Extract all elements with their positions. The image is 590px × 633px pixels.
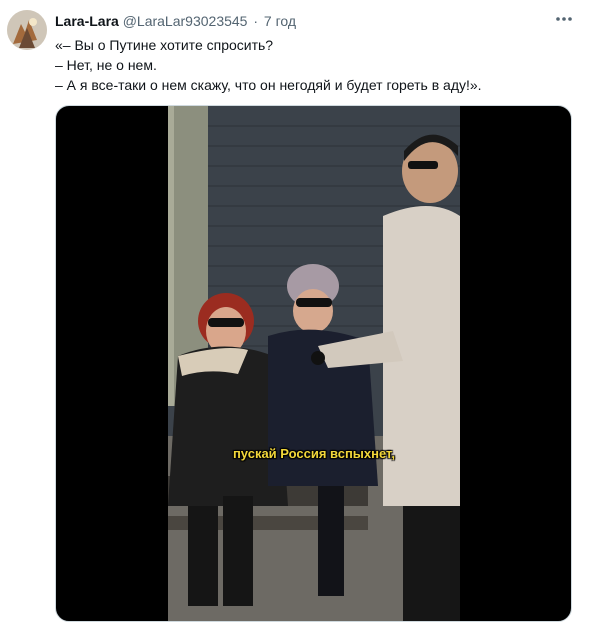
tweet-header: Lara-Lara @LaraLar93023545 · 7 год [55,13,296,30]
author-handle[interactable]: @LaraLar93023545 [123,13,248,29]
video-frame: пускай Россия вспыхнет, [168,106,460,621]
video-scene-image [168,106,460,621]
avatar[interactable] [7,10,47,50]
author-name[interactable]: Lara-Lara [55,13,119,29]
tweet-text-line: – Нет, не о нем. [55,57,157,73]
tweet-text-line: «– Вы о Путине хотите спросить? [55,37,274,53]
timestamp[interactable]: 7 год [264,13,296,29]
tweet: Lara-Lara @LaraLar93023545 · 7 год «– Вы… [0,0,590,633]
tweet-video[interactable]: пускай Россия вспыхнет, [55,105,572,622]
tweet-text: «– Вы о Путине хотите спросить? – Нет, н… [55,35,575,95]
tweet-text-line: – А я все-таки о нем скажу, что он негод… [55,77,482,93]
separator-dot: · [253,13,259,29]
video-subtitle: пускай Россия вспыхнет, [232,446,396,461]
more-dots-icon[interactable] [553,8,575,30]
